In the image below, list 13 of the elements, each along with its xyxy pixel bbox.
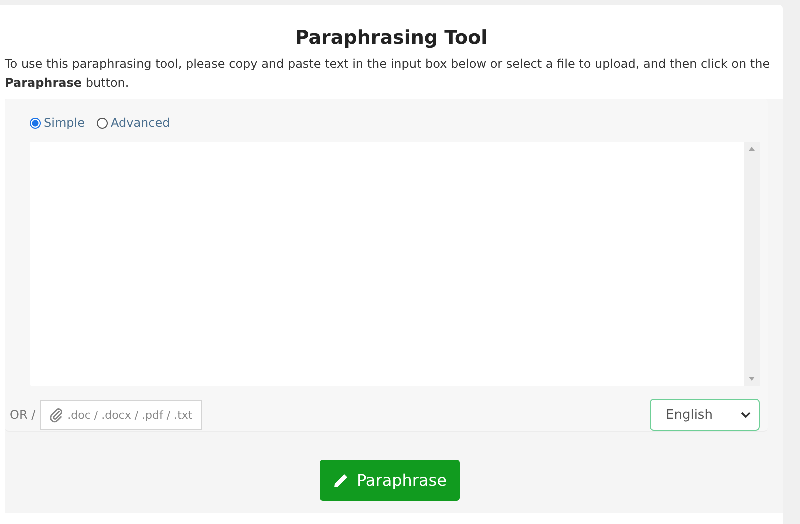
- or-label: OR /: [10, 408, 36, 422]
- pencil-icon: [333, 472, 349, 488]
- chevron-down-icon: [741, 412, 751, 418]
- instructions-text: To use this paraphrasing tool, please copy and paste text in the input box below or select a file to upload, and then click on the Paraphrase button.: [5, 56, 772, 92]
- paperclip-icon: [48, 408, 64, 422]
- page-title: Paraphrasing Tool: [294, 26, 489, 50]
- mode-radio[interactable]: Simple: [30, 116, 85, 130]
- paraphrase-button[interactable]: Paraphrase: [320, 460, 460, 501]
- scrollbar[interactable]: [744, 142, 760, 386]
- file-upload-field[interactable]: .doc / .docx / .pdf / .txt: [40, 400, 202, 430]
- language-select[interactable]: English: [650, 399, 760, 431]
- mode-radio[interactable]: Advanced: [96, 116, 170, 130]
- text-input-area[interactable]: [30, 142, 760, 386]
